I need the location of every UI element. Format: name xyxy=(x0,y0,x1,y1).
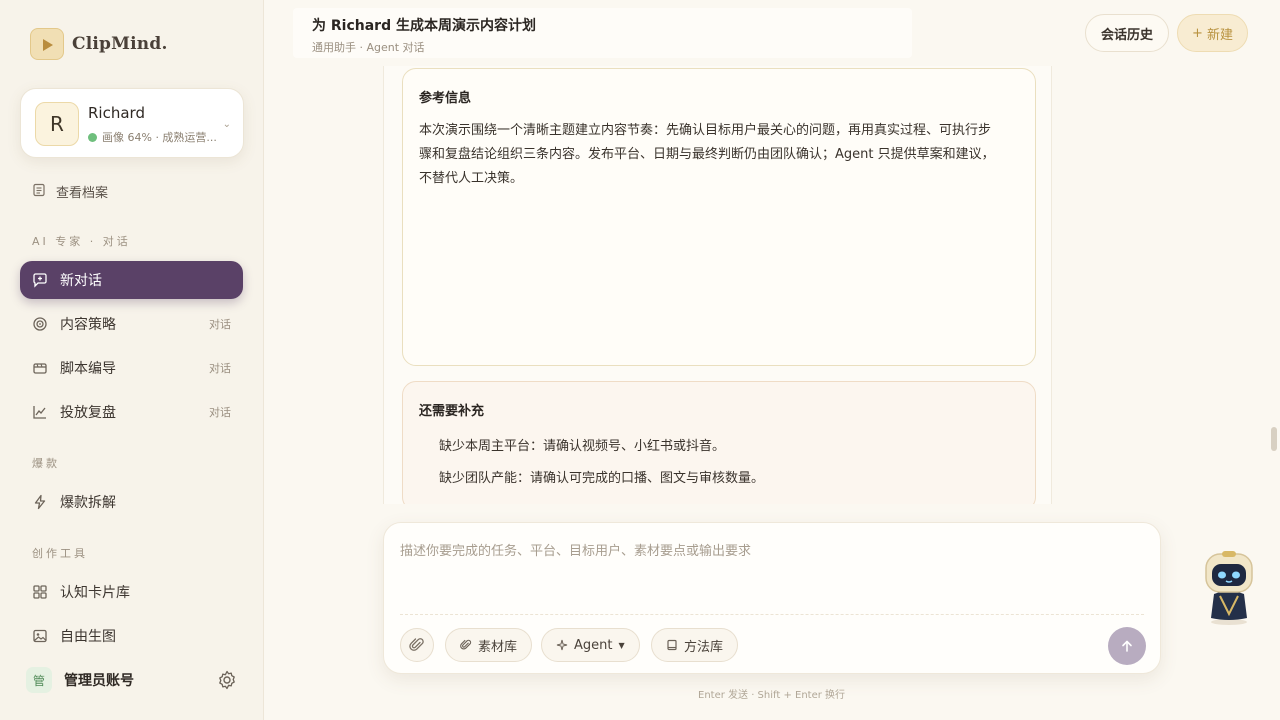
history-button[interactable]: 会话历史 xyxy=(1085,14,1169,52)
sidebar-item-label: 爆款拆解 xyxy=(60,495,116,511)
sidebar-item-script[interactable]: 脚本编导 对话 xyxy=(20,349,243,387)
gear-icon[interactable] xyxy=(216,669,238,691)
sidebar-item-label: 内容策略 xyxy=(60,317,116,333)
attach-button[interactable] xyxy=(400,628,434,662)
needs-item: 缺少本周主平台：请确认视频号、小红书或抖音。 xyxy=(439,439,726,454)
send-button[interactable] xyxy=(1108,627,1146,665)
sidebar-item-viral-breakdown[interactable]: 爆款拆解 xyxy=(20,483,243,521)
sidebar-item-tag: 对话 xyxy=(209,406,231,419)
profile-status-text: 画像 64% · 成熟运营... xyxy=(102,131,217,144)
material-library-label: 素材库 xyxy=(478,639,518,655)
page-title: 为 Richard 生成本周演示内容计划 xyxy=(312,18,536,34)
needs-card: 还需要补充 缺少本周主平台：请确认视频号、小红书或抖音。 缺少团队产能：请确认可… xyxy=(402,381,1036,504)
view-profile-link[interactable]: 查看档案 xyxy=(32,182,108,201)
sidebar-item-tag: 对话 xyxy=(209,362,231,375)
divider xyxy=(400,614,1144,615)
chevron-down-icon[interactable]: ⌄ xyxy=(223,119,231,130)
agent-select[interactable]: Agent ▼ xyxy=(541,628,640,662)
caret-down-icon: ▼ xyxy=(618,640,625,650)
account-menu[interactable]: 管 管理员账号 xyxy=(26,667,134,693)
method-library-label: 方法库 xyxy=(684,639,724,655)
status-dot-icon xyxy=(88,132,97,142)
sidebar: ClipMind. R Richard 画像 64% · 成熟运营... ⌄ 查… xyxy=(0,0,264,720)
sidebar-item-label: 新对话 xyxy=(60,273,102,289)
sidebar-item-label: 认知卡片库 xyxy=(60,585,130,601)
section-label-tools: 创作工具 xyxy=(32,547,88,560)
composer: 描述你要完成的任务、平台、目标用户、素材要点或输出要求 素材库 Agent ▼ … xyxy=(383,522,1161,674)
message-input[interactable]: 描述你要完成的任务、平台、目标用户、素材要点或输出要求 xyxy=(400,540,751,559)
view-profile-label: 查看档案 xyxy=(56,186,109,201)
message-list[interactable]: 参考信息 本次演示围绕一个清晰主题建立内容节奏：先确认目标用户最关心的问题，再用… xyxy=(383,66,1052,504)
image-icon xyxy=(32,628,48,644)
clapper-logo-icon xyxy=(30,28,64,60)
sidebar-item-card-library[interactable]: 认知卡片库 xyxy=(20,573,243,611)
agent-select-label: Agent xyxy=(574,637,613,653)
sidebar-item-content-strategy[interactable]: 内容策略 对话 xyxy=(20,305,243,343)
document-icon xyxy=(32,183,46,201)
section-label-ai: AI 专家 · 对话 xyxy=(32,235,131,248)
profile-status: 画像 64% · 成熟运营... xyxy=(88,129,217,145)
profile-name: Richard xyxy=(88,104,145,122)
sidebar-item-campaign-review[interactable]: 投放复盘 对话 xyxy=(20,393,243,431)
arrow-up-icon xyxy=(1122,640,1132,652)
new-button[interactable]: + 新建 xyxy=(1177,14,1248,52)
page-subtitle: 通用助手 · Agent 对话 xyxy=(312,41,425,54)
section-label-hot: 爆款 xyxy=(32,457,60,470)
method-library-button[interactable]: 方法库 xyxy=(651,628,739,662)
account-badge: 管 xyxy=(26,667,52,693)
reference-title: 参考信息 xyxy=(419,91,472,106)
sparkle-icon xyxy=(556,639,568,651)
clapper-icon xyxy=(32,360,48,376)
paperclip-icon xyxy=(460,639,472,650)
mascot-robot-icon[interactable] xyxy=(1200,550,1258,626)
grid-icon xyxy=(32,584,48,600)
target-icon xyxy=(32,316,48,332)
sidebar-item-label: 投放复盘 xyxy=(60,405,116,421)
account-name: 管理员账号 xyxy=(64,673,134,689)
needs-item: 缺少团队产能：请确认可完成的口播、图文与审核数量。 xyxy=(439,471,765,486)
chart-icon xyxy=(32,404,48,420)
reference-card: 参考信息 本次演示围绕一个清晰主题建立内容节奏：先确认目标用户最关心的问题，再用… xyxy=(402,68,1036,366)
avatar: R xyxy=(35,102,79,146)
new-chat-icon xyxy=(32,272,48,288)
new-button-label: 新建 xyxy=(1206,27,1233,43)
material-library-button[interactable]: 素材库 xyxy=(445,628,533,662)
keyboard-hint: Enter 发送 · Shift + Enter 换行 xyxy=(698,690,846,701)
sidebar-item-label: 脚本编导 xyxy=(60,361,116,377)
brand-name: ClipMind. xyxy=(72,34,168,54)
scrollbar[interactable] xyxy=(1271,427,1277,451)
lightning-icon xyxy=(32,494,48,510)
sidebar-item-free-image[interactable]: 自由生图 xyxy=(20,617,243,655)
paperclip-icon xyxy=(409,638,424,651)
reference-body: 本次演示围绕一个清晰主题建立内容节奏：先确认目标用户最关心的问题，再用真实过程、… xyxy=(419,123,995,186)
sidebar-item-tag: 对话 xyxy=(209,318,231,331)
sidebar-item-new-chat[interactable]: 新对话 xyxy=(20,261,243,299)
needs-title: 还需要补充 xyxy=(419,404,485,419)
profile-card[interactable]: R Richard 画像 64% · 成熟运营... ⌄ xyxy=(20,88,244,158)
book-icon xyxy=(667,639,677,651)
plus-icon: + xyxy=(1192,25,1203,41)
sidebar-item-label: 自由生图 xyxy=(60,629,116,645)
brand-logo[interactable]: ClipMind. xyxy=(30,28,168,60)
